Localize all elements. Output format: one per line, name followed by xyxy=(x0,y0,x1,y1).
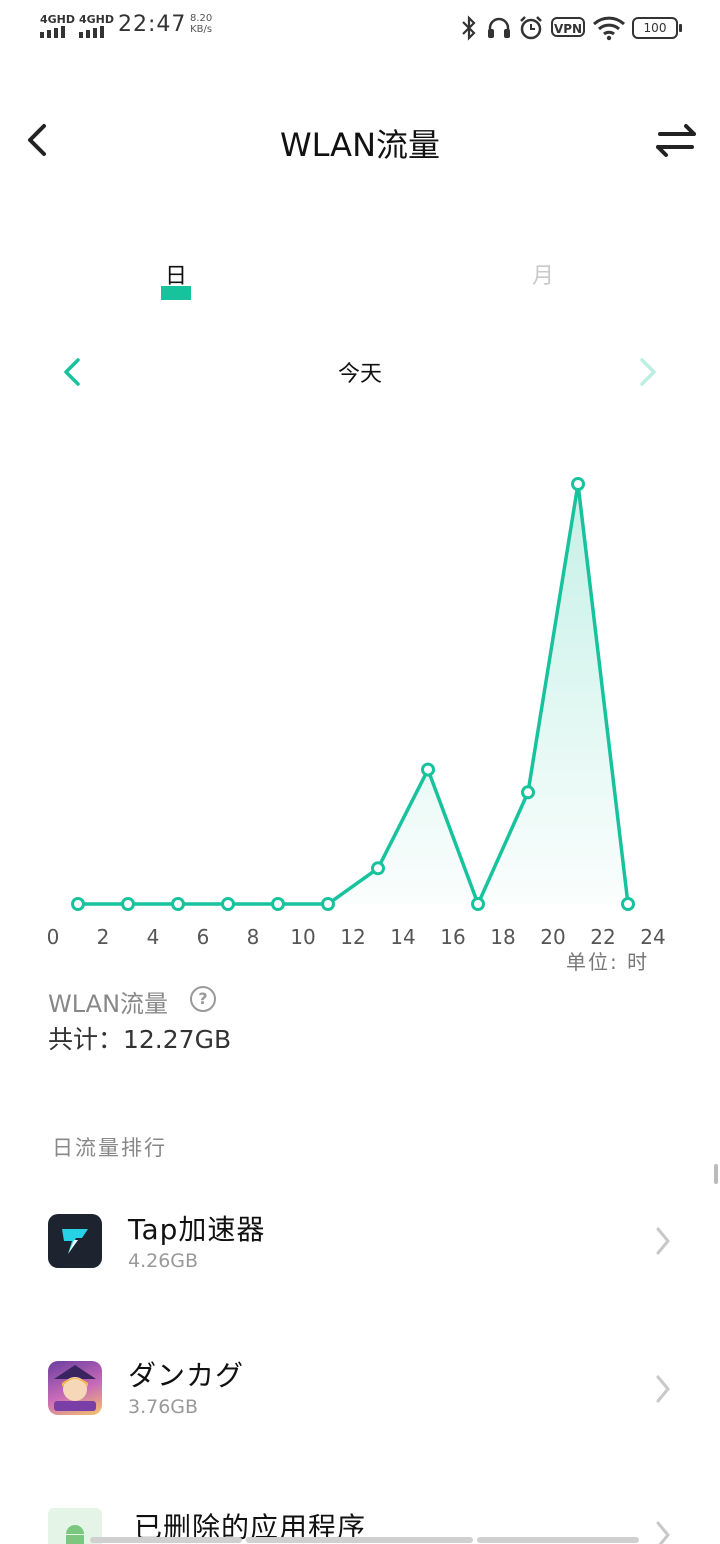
x-tick-label: 8 xyxy=(247,925,260,949)
list-item-dankagu[interactable]: ダンカグ 3.76GB xyxy=(0,1324,720,1454)
signal-bars-2-icon xyxy=(79,26,104,38)
date-label: 今天 xyxy=(337,362,382,387)
chevron-right-icon xyxy=(656,1227,670,1255)
x-tick-label: 16 xyxy=(440,925,465,949)
x-tick-label: 0 xyxy=(47,925,60,949)
chart-point-11 xyxy=(321,897,335,911)
chart-point-1 xyxy=(71,897,85,911)
next-day-button[interactable] xyxy=(632,350,666,394)
tab-month[interactable]: 月 xyxy=(532,258,554,290)
chart-point-7 xyxy=(221,897,235,911)
chart-point-5 xyxy=(171,897,185,911)
chart-point-21 xyxy=(571,477,585,491)
headphones-icon xyxy=(488,17,510,38)
bottom-bar-segment xyxy=(477,1537,639,1543)
alarm-icon xyxy=(520,16,542,40)
list-item-deleted-apps[interactable]: 已删除的应用程序 xyxy=(0,1470,720,1544)
clock: 22:47 xyxy=(118,12,187,37)
x-tick-label: 6 xyxy=(197,925,210,949)
app-name: ダンカグ xyxy=(128,1359,245,1392)
tap-accelerator-icon xyxy=(48,1214,102,1268)
bottom-bar-segment xyxy=(90,1537,242,1543)
x-tick-label: 18 xyxy=(490,925,515,949)
x-tick-label: 14 xyxy=(390,925,415,949)
bluetooth-icon xyxy=(462,15,476,41)
signal-bars-1-icon xyxy=(40,26,65,38)
switch-button[interactable] xyxy=(652,118,700,162)
app-name: Tap加速器 xyxy=(128,1213,266,1246)
x-tick-label: 12 xyxy=(340,925,365,949)
signal-label-1: 4GHD xyxy=(40,13,76,26)
tab-active-indicator xyxy=(161,286,191,300)
network-speed-unit: KB/s xyxy=(190,24,213,35)
swap-arrows-icon xyxy=(656,124,696,157)
signal-label-2: 4GHD xyxy=(79,13,115,26)
traffic-chart: 0 2 4 6 8 10 12 14 16 18 20 22 24 xyxy=(47,477,666,949)
app-usage: 3.76GB xyxy=(128,1396,199,1418)
network-speed-value: 8.20 xyxy=(190,13,213,24)
total-usage: 共计：12.27GB xyxy=(48,1025,232,1054)
dankagu-icon xyxy=(48,1361,102,1415)
x-tick-label: 20 xyxy=(540,925,565,949)
chart-point-19 xyxy=(521,785,535,800)
battery-indicator: 100 xyxy=(632,17,682,39)
help-icon[interactable]: ? xyxy=(190,986,216,1012)
status-bar: 4GHD 4GHD 22:47 8.20 KB/s VPN 100 xyxy=(0,0,720,56)
chart-point-9 xyxy=(271,897,285,911)
list-item-tap[interactable]: Tap加速器 4.26GB xyxy=(0,1176,720,1306)
chart-unit-label: 单位: 时 xyxy=(566,950,650,974)
vpn-badge: VPN xyxy=(551,17,585,37)
network-speed: 8.20 KB/s xyxy=(190,13,212,35)
x-tick-label: 10 xyxy=(290,925,315,949)
chart-point-23 xyxy=(621,897,635,911)
chevron-right-icon xyxy=(640,358,656,386)
page-title: WLAN流量 xyxy=(279,126,441,164)
bottom-bar-segment xyxy=(246,1537,473,1543)
chart-point-13 xyxy=(371,861,385,876)
chevron-right-icon xyxy=(656,1375,670,1403)
ranking-title: 日流量排行 xyxy=(52,1136,167,1160)
x-tick-label: 4 xyxy=(147,925,160,949)
app-usage: 4.26GB xyxy=(128,1250,199,1272)
chart-point-3 xyxy=(121,897,135,911)
chart-point-15 xyxy=(421,762,435,777)
chart-point-17 xyxy=(471,897,485,911)
summary-label: WLAN流量 xyxy=(48,990,169,1018)
chevron-right-icon xyxy=(656,1521,670,1544)
x-tick-label: 2 xyxy=(97,925,110,949)
wifi-icon xyxy=(592,16,626,41)
